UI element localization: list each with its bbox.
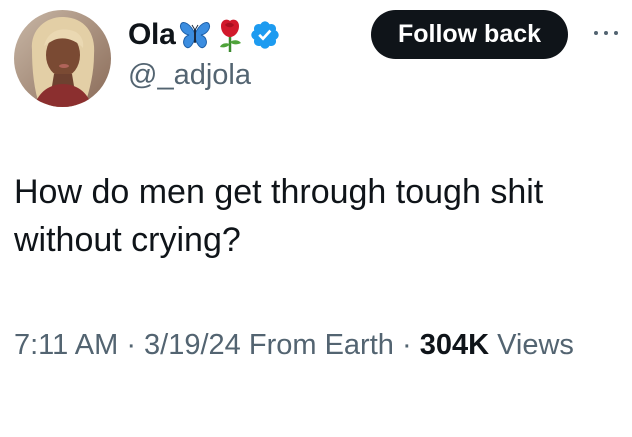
follow-back-button[interactable]: Follow back (371, 10, 568, 59)
verified-badge-icon[interactable] (249, 19, 281, 51)
more-options-icon[interactable] (586, 22, 626, 44)
author-name-row[interactable]: Ola (128, 14, 281, 56)
views-count[interactable]: 304K (420, 329, 489, 361)
display-name[interactable]: Ola (128, 20, 176, 50)
tweet-text: How do men get through tough shit withou… (14, 173, 544, 259)
meta-separator: · (401, 329, 412, 361)
tweet-date[interactable]: 3/19/24 (144, 329, 241, 361)
views-label: Views (497, 329, 574, 361)
tweet-source: From Earth (248, 329, 394, 361)
blue-butterfly-icon (179, 20, 211, 50)
avatar-image (14, 10, 111, 107)
tweet-time[interactable]: 7:11 AM (14, 329, 118, 361)
red-rose-icon (215, 18, 245, 52)
meta-separator: · (126, 329, 136, 361)
tweet-meta: 7:11 AM · 3/19/24 From Earth · 304K View… (14, 323, 614, 368)
author-handle[interactable]: @_adjola (128, 59, 251, 92)
avatar[interactable] (14, 10, 111, 107)
